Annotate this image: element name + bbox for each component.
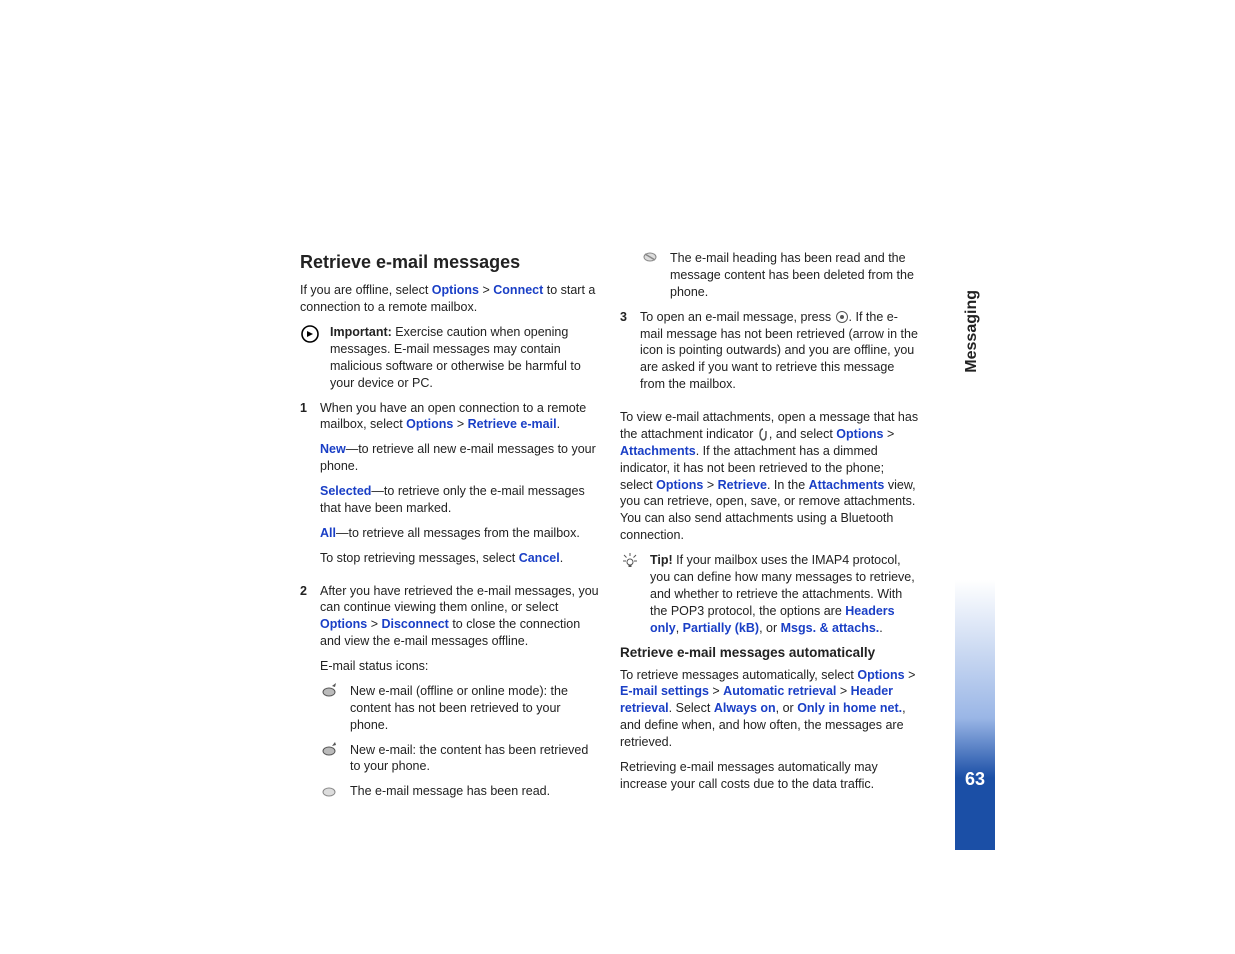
link-attachments: Attachments (620, 444, 696, 458)
step-2: 2 After you have retrieved the e-mail me… (300, 583, 600, 809)
text: > (836, 684, 850, 698)
text: > (884, 427, 895, 441)
tip-icon (620, 552, 640, 636)
text: > (709, 684, 723, 698)
text: To retrieve messages automatically, sele… (620, 668, 857, 682)
link-cancel: Cancel (519, 551, 560, 565)
link-automatic-retrieval: Automatic retrieval (723, 684, 836, 698)
joystick-icon (835, 310, 849, 324)
link-options: Options (320, 617, 367, 631)
stop-text: To stop retrieving messages, select Canc… (320, 550, 600, 567)
mail-deleted-icon (640, 250, 660, 301)
link-new: New (320, 442, 346, 456)
status-icon-row: The e-mail heading has been read and the… (640, 250, 920, 301)
text: , (676, 621, 683, 635)
text-columns: Retrieve e-mail messages If you are offl… (300, 250, 920, 816)
column-right: The e-mail heading has been read and the… (620, 250, 920, 816)
text: , and select (769, 427, 836, 441)
text: After you have retrieved the e-mail mess… (320, 584, 599, 615)
link-all: All (320, 526, 336, 540)
status-icon-row: New e-mail (offline or online mode): the… (320, 683, 600, 734)
mail-read-icon (320, 783, 340, 800)
text: . (557, 417, 560, 431)
section-label: Messaging (963, 290, 981, 373)
step-num: 2 (300, 583, 312, 809)
link-partially: Partially (kB) (683, 621, 759, 635)
important-note: Important: Exercise caution when opening… (300, 324, 600, 392)
text: > (453, 417, 467, 431)
opt-new: New—to retrieve all new e-mail messages … (320, 441, 600, 475)
text: > (905, 668, 916, 682)
auto-text: To retrieve messages automatically, sele… (620, 667, 920, 751)
steps-list-cont: 3 To open an e-mail message, press . If … (620, 309, 920, 401)
text: , or (776, 701, 798, 715)
link-disconnect: Disconnect (381, 617, 448, 631)
opt-selected: Selected—to retrieve only the e-mail mes… (320, 483, 600, 517)
intro: If you are offline, select Options > Con… (300, 282, 600, 316)
link-email-settings: E-mail settings (620, 684, 709, 698)
text: The e-mail heading has been read and the… (670, 250, 920, 301)
steps-list: 1 When you have an open connection to a … (300, 400, 600, 809)
step-2-text: After you have retrieved the e-mail mess… (320, 583, 600, 651)
page-number: 63 (955, 769, 995, 790)
manual-page: Retrieve e-mail messages If you are offl… (0, 0, 1235, 954)
text: New e-mail (offline or online mode): the… (350, 683, 600, 734)
important-text: Important: Exercise caution when opening… (330, 324, 600, 392)
label: Important: (330, 325, 392, 339)
link-options: Options (656, 478, 703, 492)
link-always-on: Always on (714, 701, 776, 715)
text: > (479, 283, 493, 297)
opt-all: All—to retrieve all messages from the ma… (320, 525, 600, 542)
text: . (879, 621, 882, 635)
text: —to retrieve all messages from the mailb… (336, 526, 580, 540)
column-left: Retrieve e-mail messages If you are offl… (300, 250, 600, 816)
text: > (703, 478, 717, 492)
side-tab: Messaging 63 (955, 250, 995, 850)
text: , or (759, 621, 781, 635)
auto-warning: Retrieving e-mail messages automatically… (620, 759, 920, 793)
heading-auto: Retrieve e-mail messages automatically (620, 644, 920, 662)
status-icon-row: The e-mail message has been read. (320, 783, 600, 800)
text: If you are offline, select (300, 283, 432, 297)
link-options: Options (857, 668, 904, 682)
text: —to retrieve all new e-mail messages to … (320, 442, 596, 473)
text: To open an e-mail message, press (640, 310, 835, 324)
text: New e-mail: the content has been retriev… (350, 742, 600, 776)
tip-note: Tip! If your mailbox uses the IMAP4 prot… (620, 552, 920, 636)
step-num: 1 (300, 400, 312, 575)
step-1: 1 When you have an open connection to a … (300, 400, 600, 575)
link-connect: Connect (493, 283, 543, 297)
link-retrieve: Retrieve (718, 478, 767, 492)
link-options: Options (432, 283, 479, 297)
link-home-net: Only in home net. (797, 701, 902, 715)
step-num: 3 (620, 309, 632, 401)
mail-new-retrieved-icon (320, 742, 340, 776)
text: . Select (669, 701, 714, 715)
heading-retrieve: Retrieve e-mail messages (300, 250, 600, 274)
link-options: Options (406, 417, 453, 431)
link-selected: Selected (320, 484, 371, 498)
icons-heading: E-mail status icons: (320, 658, 600, 675)
status-icon-row: New e-mail: the content has been retriev… (320, 742, 600, 776)
link-attachments-view: Attachments (809, 478, 885, 492)
link-options: Options (836, 427, 883, 441)
label: Tip! (650, 553, 673, 567)
mail-new-unretrieved-icon (320, 683, 340, 734)
text: To stop retrieving messages, select (320, 551, 519, 565)
attachment-icon (757, 428, 769, 442)
text: . In the (767, 478, 809, 492)
text: > (367, 617, 381, 631)
link-msgs-attachs: Msgs. & attachs. (781, 621, 880, 635)
link-retrieve: Retrieve e-mail (468, 417, 557, 431)
text: The e-mail message has been read. (350, 783, 600, 800)
tip-text: Tip! If your mailbox uses the IMAP4 prot… (650, 552, 920, 636)
step-3: 3 To open an e-mail message, press . If … (620, 309, 920, 401)
attachments-text: To view e-mail attachments, open a messa… (620, 409, 920, 544)
step-1-text: When you have an open connection to a re… (320, 400, 600, 434)
text: . (560, 551, 563, 565)
important-icon (300, 324, 320, 392)
step-3-text: To open an e-mail message, press . If th… (640, 309, 920, 393)
